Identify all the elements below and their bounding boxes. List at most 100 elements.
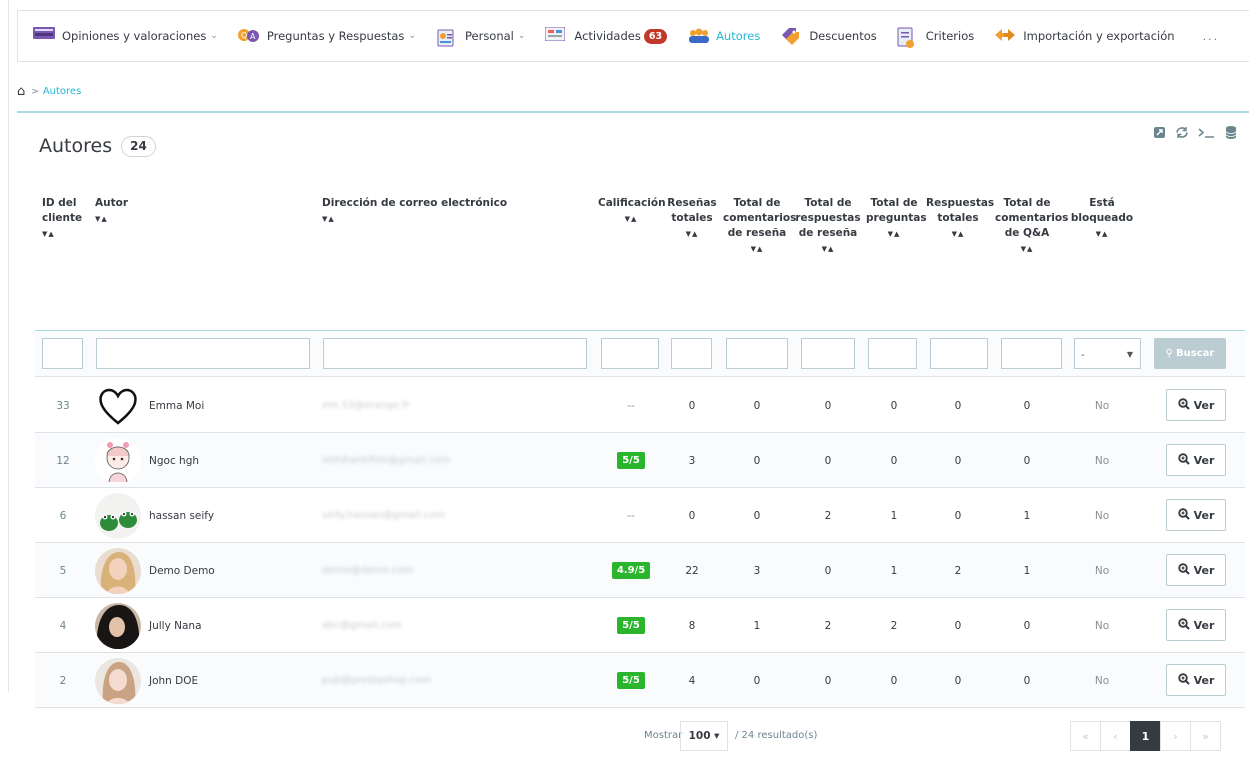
home-icon[interactable]: ⌂	[17, 84, 25, 99]
filter-qa-comments-input[interactable]	[1001, 338, 1062, 369]
svg-text:A: A	[250, 32, 256, 41]
avatar	[95, 657, 141, 704]
per-page-select[interactable]: 100 ▾	[680, 721, 728, 751]
cell-review-comments: 0	[753, 674, 761, 687]
cell-id: 33	[56, 399, 70, 412]
rating-badge: 4.9/5	[611, 562, 651, 579]
filter-review-replies-input[interactable]	[801, 338, 855, 369]
nav-item-import-export[interactable]: Importación y exportación	[994, 11, 1175, 61]
cell-author: John DOE	[95, 653, 315, 708]
view-button-label: Ver	[1193, 508, 1215, 522]
author-name: hassan seify	[149, 509, 215, 522]
col-header-answers[interactable]: Respuestas totales ▼▲	[926, 196, 994, 242]
nav-item-activities[interactable]: Actividades 63	[544, 11, 668, 61]
sort-icon[interactable]: ▼▲	[926, 227, 990, 242]
sort-icon[interactable]: ▼▲	[95, 212, 128, 227]
col-header-rating[interactable]: Calificación ▼▲	[598, 196, 666, 227]
sort-icon[interactable]: ▼▲	[866, 227, 922, 242]
filter-author-input[interactable]	[96, 338, 310, 369]
filter-id-input[interactable]	[42, 338, 83, 369]
breadcrumb-current[interactable]: Autores	[43, 86, 81, 97]
cell-blocked: No	[1094, 564, 1110, 577]
nav-item-label: Opiniones y valoraciones	[62, 29, 207, 43]
sort-icon[interactable]: ▼▲	[1069, 227, 1135, 242]
col-header-qa-comments-label: Total de comentarios de Q&A	[995, 197, 1069, 239]
col-header-qa-comments[interactable]: Total de comentarios de Q&A ▼▲	[995, 196, 1068, 257]
chevron-down-icon: ▼	[1126, 350, 1133, 359]
cell-author: Jully Nana	[95, 598, 315, 653]
nav-item-discount[interactable]: Descuentos	[780, 11, 877, 61]
export-icon[interactable]	[1153, 126, 1166, 143]
pagination-prev-button[interactable]: ‹	[1100, 721, 1131, 751]
cell-review-replies: 0	[824, 454, 832, 467]
table-row[interactable]: 2 John DOE pub@prestashop.com 5/5 4 0 0 0 0 0 No Ve…	[35, 653, 1245, 708]
cell-answers: 2	[954, 564, 962, 577]
view-button-label: Ver	[1193, 618, 1215, 632]
table-row[interactable]: 12 Ngoc hgh lethihanhfilm@gmail.com 5/5 3 0 0 0…	[35, 433, 1245, 488]
pagination-first-button[interactable]: «	[1070, 721, 1101, 751]
more-menu-button[interactable]: ...	[1203, 30, 1220, 43]
pagination-next-button[interactable]: ›	[1160, 721, 1191, 751]
sort-icon[interactable]: ▼▲	[795, 242, 861, 257]
sort-icon[interactable]: ▼▲	[995, 242, 1059, 257]
database-icon[interactable]	[1225, 125, 1237, 144]
view-button[interactable]: Ver	[1166, 444, 1226, 476]
criteria-icon	[897, 27, 919, 48]
nav-item-qa[interactable]: Q A Preguntas y Respuestas ⌄	[237, 11, 416, 61]
nav-item-keyboard[interactable]: Opiniones y valoraciones ⌄	[33, 11, 218, 61]
table-row[interactable]: 6 hassan seify seify.hassan@gmail.com -- 0 0 2…	[35, 488, 1245, 543]
filter-blocked-select[interactable]: - ▼	[1074, 338, 1141, 369]
col-header-id[interactable]: ID del cliente ▼▲	[42, 196, 84, 242]
cell-author: Emma Moi	[95, 378, 315, 433]
table-row[interactable]: 33 Emma Moi em.33@orange.fr -- 0 0 0 0 0 0 No Ver	[35, 378, 1245, 433]
sort-icon[interactable]: ▼▲	[42, 227, 84, 242]
col-header-author[interactable]: Autor ▼▲	[95, 196, 128, 227]
pagination-last-button[interactable]: »	[1190, 721, 1221, 751]
search-button-label: Buscar	[1176, 348, 1215, 359]
view-button[interactable]: Ver	[1166, 664, 1226, 696]
sort-icon[interactable]: ▼▲	[598, 212, 664, 227]
filter-answers-input[interactable]	[930, 338, 988, 369]
chevron-down-icon: ⌄	[210, 31, 218, 41]
search-button[interactable]: ⚲ Buscar	[1154, 338, 1226, 369]
col-header-questions-label: Total de preguntas	[866, 197, 927, 224]
view-button[interactable]: Ver	[1166, 554, 1226, 586]
refresh-icon[interactable]	[1175, 126, 1189, 143]
nav-item-criteria[interactable]: Criterios	[897, 11, 974, 61]
cell-blocked: No	[1094, 509, 1110, 522]
cell-answers: 0	[954, 454, 962, 467]
filter-review-comments-input[interactable]	[726, 338, 788, 369]
author-name: Demo Demo	[149, 564, 215, 577]
col-header-reviews[interactable]: Reseñas totales ▼▲	[667, 196, 717, 242]
pagination-page-button[interactable]: 1	[1130, 721, 1161, 751]
terminal-icon[interactable]	[1198, 126, 1216, 143]
cell-reviews: 0	[688, 399, 696, 412]
view-button[interactable]: Ver	[1166, 499, 1226, 531]
table-row[interactable]: 4 Jully Nana abc@gmail.com 5/5 8 1 2 2 0 0 No Ver	[35, 598, 1245, 653]
cell-blocked: No	[1094, 399, 1110, 412]
sort-icon[interactable]: ▼▲	[322, 212, 507, 227]
nav-item-label: Descuentos	[809, 29, 877, 43]
nav-item-personal[interactable]: Personal ⌄	[436, 11, 525, 61]
col-header-email[interactable]: Dirección de correo electrónico ▼▲	[322, 196, 507, 227]
col-header-reviews-label: Reseñas totales	[667, 197, 717, 224]
cell-questions: 1	[890, 509, 898, 522]
col-header-blocked[interactable]: Está bloqueado ▼▲	[1069, 196, 1135, 242]
sort-icon[interactable]: ▼▲	[723, 242, 791, 257]
view-button-label: Ver	[1193, 398, 1215, 412]
cell-answers: 0	[954, 619, 962, 632]
nav-item-authors[interactable]: Autores	[687, 11, 760, 61]
sort-icon[interactable]: ▼▲	[667, 227, 717, 242]
col-header-review-replies[interactable]: Total de respuestas de reseña ▼▲	[795, 196, 861, 257]
filter-rating-input[interactable]	[601, 338, 659, 369]
view-button[interactable]: Ver	[1166, 389, 1226, 421]
filter-reviews-input[interactable]	[671, 338, 712, 369]
col-header-review-comments[interactable]: Total de comentarios de reseña ▼▲	[723, 196, 796, 257]
filter-email-input[interactable]	[323, 338, 587, 369]
count-badge: 24	[121, 135, 156, 157]
view-button[interactable]: Ver	[1166, 609, 1226, 641]
table-row[interactable]: 5 Demo Demo demo@demo.com 4.9/5 22 3 0 1 2 1 No Ver	[35, 543, 1245, 598]
col-header-questions[interactable]: Total de preguntas ▼▲	[866, 196, 927, 242]
cell-rating: 5/5	[598, 598, 664, 653]
filter-questions-input[interactable]	[868, 338, 917, 369]
